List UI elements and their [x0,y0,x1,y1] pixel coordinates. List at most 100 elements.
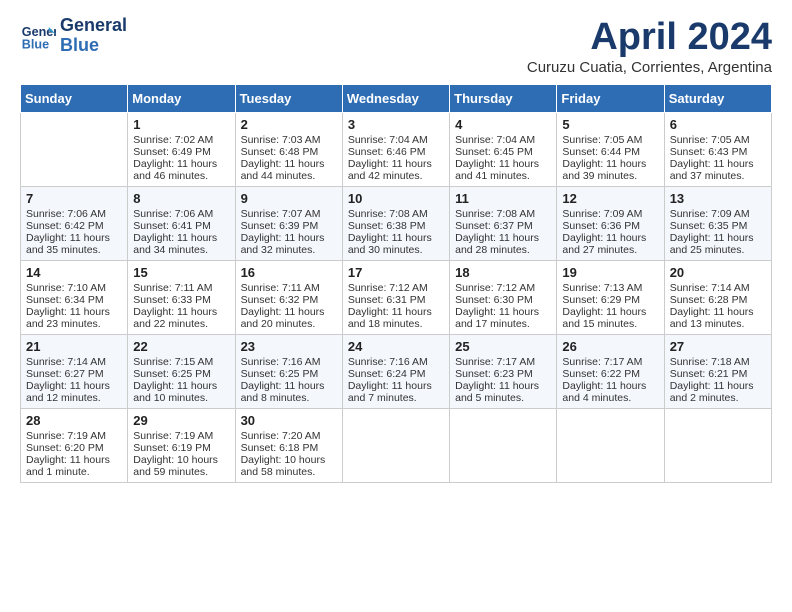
sunrise-text: Sunrise: 7:12 AM [455,282,551,294]
calendar-cell: 6Sunrise: 7:05 AMSunset: 6:43 PMDaylight… [664,113,771,187]
daylight-text: Daylight: 11 hours and 30 minutes. [348,232,444,256]
daylight-text: Daylight: 11 hours and 17 minutes. [455,306,551,330]
day-number: 26 [562,339,658,354]
day-number: 12 [562,191,658,206]
sunset-text: Sunset: 6:19 PM [133,442,229,454]
title-block: April 2024 Curuzu Cuatia, Corrientes, Ar… [527,16,772,76]
sunrise-text: Sunrise: 7:13 AM [562,282,658,294]
daylight-text: Daylight: 11 hours and 37 minutes. [670,158,766,182]
sunrise-text: Sunrise: 7:09 AM [670,208,766,220]
week-row-4: 21Sunrise: 7:14 AMSunset: 6:27 PMDayligh… [21,335,772,409]
daylight-text: Daylight: 11 hours and 18 minutes. [348,306,444,330]
sunset-text: Sunset: 6:33 PM [133,294,229,306]
day-number: 6 [670,117,766,132]
sunset-text: Sunset: 6:22 PM [562,368,658,380]
sunrise-text: Sunrise: 7:16 AM [241,356,337,368]
page-header: General Blue General Blue April 2024 Cur… [20,16,772,76]
day-number: 23 [241,339,337,354]
calendar-cell [557,409,664,483]
calendar-cell: 27Sunrise: 7:18 AMSunset: 6:21 PMDayligh… [664,335,771,409]
daylight-text: Daylight: 11 hours and 35 minutes. [26,232,122,256]
column-header-wednesday: Wednesday [342,85,449,113]
day-number: 5 [562,117,658,132]
sunrise-text: Sunrise: 7:19 AM [133,430,229,442]
calendar-header-row: SundayMondayTuesdayWednesdayThursdayFrid… [21,85,772,113]
sunrise-text: Sunrise: 7:04 AM [348,134,444,146]
day-number: 3 [348,117,444,132]
daylight-text: Daylight: 11 hours and 10 minutes. [133,380,229,404]
calendar-cell [450,409,557,483]
day-number: 22 [133,339,229,354]
daylight-text: Daylight: 11 hours and 23 minutes. [26,306,122,330]
calendar-cell: 25Sunrise: 7:17 AMSunset: 6:23 PMDayligh… [450,335,557,409]
calendar-cell: 4Sunrise: 7:04 AMSunset: 6:45 PMDaylight… [450,113,557,187]
sunrise-text: Sunrise: 7:20 AM [241,430,337,442]
week-row-2: 7Sunrise: 7:06 AMSunset: 6:42 PMDaylight… [21,187,772,261]
calendar-cell [664,409,771,483]
day-number: 20 [670,265,766,280]
sunset-text: Sunset: 6:48 PM [241,146,337,158]
day-number: 9 [241,191,337,206]
column-header-monday: Monday [128,85,235,113]
sunrise-text: Sunrise: 7:04 AM [455,134,551,146]
column-header-sunday: Sunday [21,85,128,113]
day-number: 10 [348,191,444,206]
sunset-text: Sunset: 6:30 PM [455,294,551,306]
column-header-saturday: Saturday [664,85,771,113]
daylight-text: Daylight: 11 hours and 20 minutes. [241,306,337,330]
calendar-cell: 13Sunrise: 7:09 AMSunset: 6:35 PMDayligh… [664,187,771,261]
sunset-text: Sunset: 6:46 PM [348,146,444,158]
svg-text:Blue: Blue [22,37,49,51]
sunset-text: Sunset: 6:32 PM [241,294,337,306]
sunset-text: Sunset: 6:31 PM [348,294,444,306]
sunrise-text: Sunrise: 7:10 AM [26,282,122,294]
column-header-friday: Friday [557,85,664,113]
sunrise-text: Sunrise: 7:05 AM [562,134,658,146]
calendar-cell: 23Sunrise: 7:16 AMSunset: 6:25 PMDayligh… [235,335,342,409]
calendar-cell: 29Sunrise: 7:19 AMSunset: 6:19 PMDayligh… [128,409,235,483]
calendar-cell: 24Sunrise: 7:16 AMSunset: 6:24 PMDayligh… [342,335,449,409]
daylight-text: Daylight: 11 hours and 5 minutes. [455,380,551,404]
calendar-cell: 18 Sunrise: 7:12 AMSunset: 6:30 PMDayligh… [450,261,557,335]
sunset-text: Sunset: 6:27 PM [26,368,122,380]
sunrise-text: Sunrise: 7:12 AM [348,282,444,294]
sunrise-text: Sunrise: 7:07 AM [241,208,337,220]
calendar-cell: 20Sunrise: 7:14 AMSunset: 6:28 PMDayligh… [664,261,771,335]
calendar-cell: 22Sunrise: 7:15 AMSunset: 6:25 PMDayligh… [128,335,235,409]
calendar-cell [21,113,128,187]
day-number: 15 [133,265,229,280]
calendar-cell: 19Sunrise: 7:13 AMSunset: 6:29 PMDayligh… [557,261,664,335]
daylight-text: Daylight: 11 hours and 27 minutes. [562,232,658,256]
calendar-cell [342,409,449,483]
column-header-tuesday: Tuesday [235,85,342,113]
sunset-text: Sunset: 6:39 PM [241,220,337,232]
day-number: 21 [26,339,122,354]
daylight-text: Daylight: 11 hours and 1 minute. [26,454,122,478]
sunset-text: Sunset: 6:43 PM [670,146,766,158]
day-number: 2 [241,117,337,132]
day-number: 28 [26,413,122,428]
sunset-text: Sunset: 6:18 PM [241,442,337,454]
day-number: 27 [670,339,766,354]
sunrise-text: Sunrise: 7:06 AM [133,208,229,220]
sunrise-text: Sunrise: 7:17 AM [455,356,551,368]
sunset-text: Sunset: 6:20 PM [26,442,122,454]
calendar-cell: 14Sunrise: 7:10 AMSunset: 6:34 PMDayligh… [21,261,128,335]
calendar-cell: 2Sunrise: 7:03 AMSunset: 6:48 PMDaylight… [235,113,342,187]
week-row-3: 14Sunrise: 7:10 AMSunset: 6:34 PMDayligh… [21,261,772,335]
day-number: 11 [455,191,551,206]
column-header-thursday: Thursday [450,85,557,113]
calendar-cell: 16Sunrise: 7:11 AMSunset: 6:32 PMDayligh… [235,261,342,335]
sunset-text: Sunset: 6:49 PM [133,146,229,158]
logo: General Blue General Blue [20,16,127,56]
month-title: April 2024 [527,16,772,59]
day-number: 14 [26,265,122,280]
calendar-cell: 9Sunrise: 7:07 AMSunset: 6:39 PMDaylight… [235,187,342,261]
daylight-text: Daylight: 10 hours and 58 minutes. [241,454,337,478]
sunset-text: Sunset: 6:21 PM [670,368,766,380]
sunrise-text: Sunrise: 7:08 AM [348,208,444,220]
week-row-1: 1Sunrise: 7:02 AMSunset: 6:49 PMDaylight… [21,113,772,187]
day-number: 18 [455,265,551,280]
daylight-text: Daylight: 10 hours and 59 minutes. [133,454,229,478]
sunrise-text: Sunrise: 7:06 AM [26,208,122,220]
